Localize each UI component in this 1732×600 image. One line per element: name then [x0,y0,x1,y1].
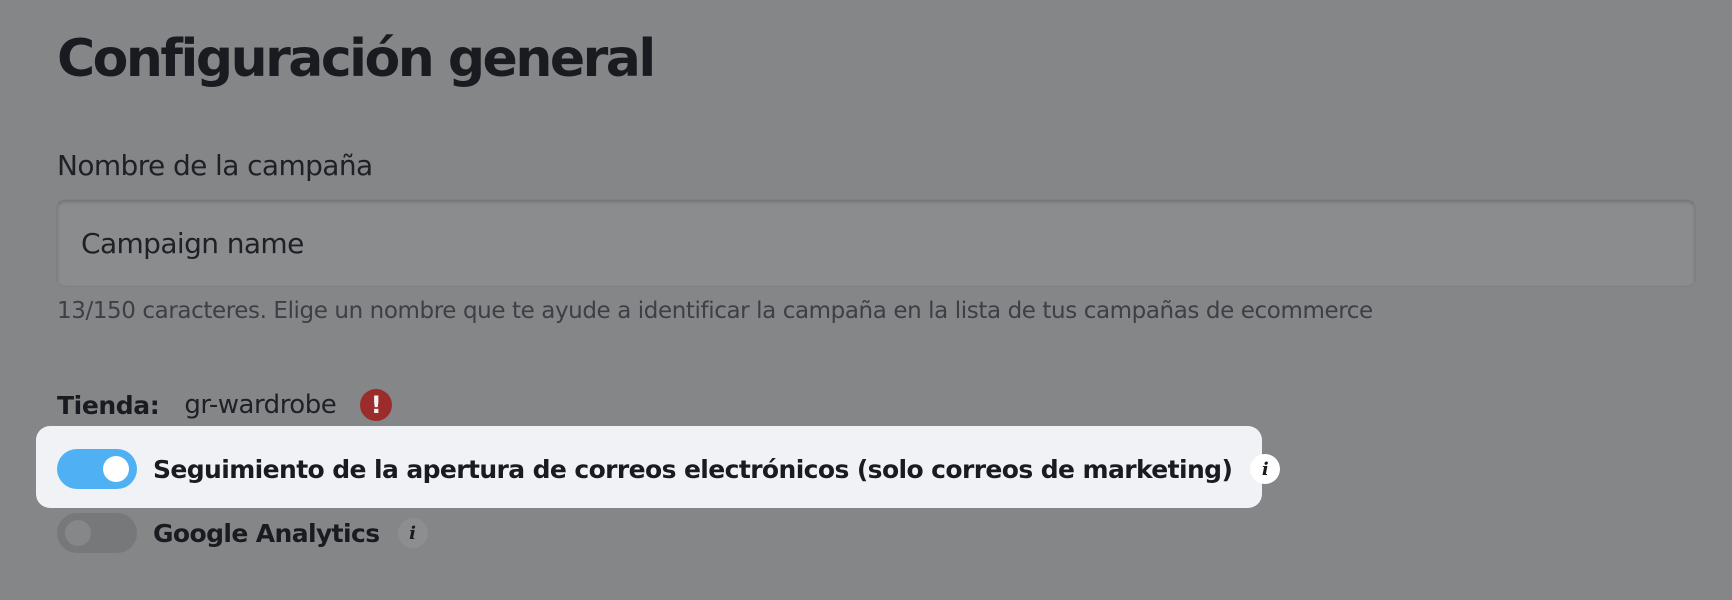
email-open-tracking-row: Seguimiento de la apertura de correos el… [57,449,1281,489]
campaign-name-input[interactable] [57,200,1695,286]
google-analytics-toggle[interactable] [57,513,137,553]
email-open-tracking-label: Seguimiento de la apertura de correos el… [153,454,1233,484]
campaign-name-label: Nombre de la campaña [57,149,373,182]
info-icon[interactable]: i [1250,454,1281,484]
info-icon[interactable]: i [397,518,428,548]
toggle-knob [103,456,129,482]
store-value: gr-wardrobe [184,390,337,420]
warning-icon[interactable]: ! [360,389,393,421]
campaign-name-hint: 13/150 caracteres. Elige un nombre que t… [57,298,1373,324]
google-analytics-row: Google Analytics i [57,513,428,553]
email-open-tracking-toggle[interactable] [57,449,137,489]
toggle-knob [65,520,91,546]
store-row: Tienda: gr-wardrobe ! [57,383,393,427]
page-title: Configuración general [57,29,656,89]
store-label: Tienda: [57,390,160,420]
google-analytics-label: Google Analytics [153,518,380,548]
